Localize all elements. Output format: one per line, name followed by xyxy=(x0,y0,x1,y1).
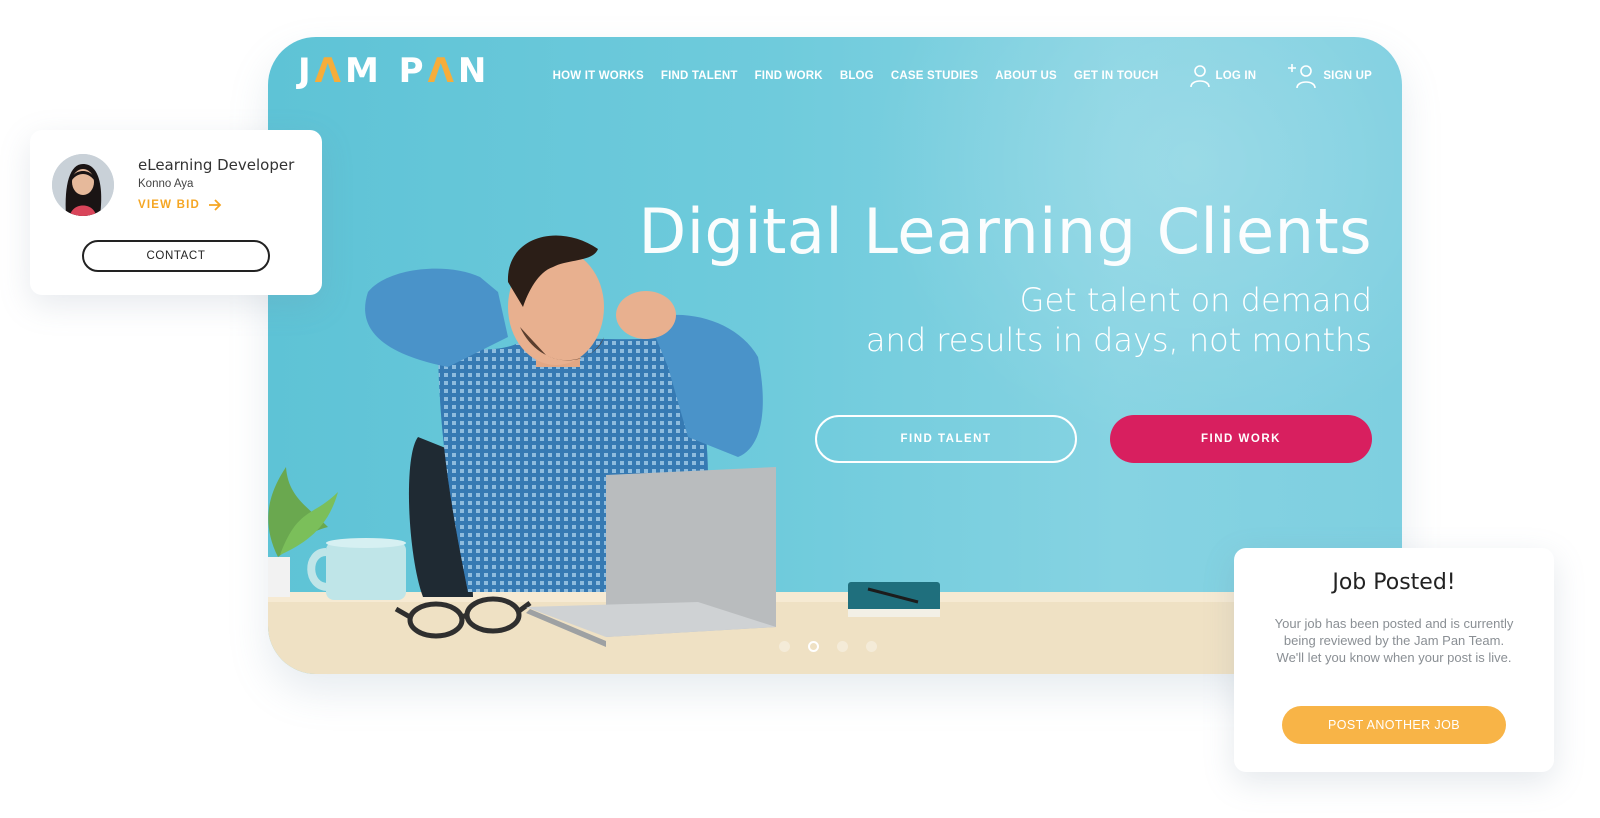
jampan-logo[interactable]: JΛM PΛN xyxy=(298,51,490,91)
main-nav: HOW IT WORKS FIND TALENT FIND WORK BLOG … xyxy=(553,63,1372,89)
hero-title: Digital Learning Clients xyxy=(638,195,1372,268)
carousel-dot[interactable] xyxy=(866,641,877,652)
login-label: LOG IN xyxy=(1215,70,1257,82)
nav-item-find-work[interactable]: FIND WORK xyxy=(755,70,823,82)
logo-accent: Λ xyxy=(427,51,458,91)
carousel-dot[interactable] xyxy=(837,641,848,652)
job-posted-message: Your job has been posted and is currentl… xyxy=(1254,615,1534,666)
nav-item-get-in-touch[interactable]: GET IN TOUCH xyxy=(1074,70,1159,82)
carousel-dot[interactable] xyxy=(779,641,790,652)
nav-item-blog[interactable]: BLOG xyxy=(840,70,874,82)
developer-bid-card: eLearning Developer Konno Aya VIEW BID C… xyxy=(30,130,322,295)
job-posted-message-line: We'll let you know when your post is liv… xyxy=(1276,650,1512,665)
nav-item-about-us[interactable]: ABOUT US xyxy=(995,70,1057,82)
view-bid-label: VIEW BID xyxy=(138,199,200,211)
signup-label: SIGN UP xyxy=(1323,70,1372,82)
job-role-title: eLearning Developer xyxy=(138,156,295,174)
hero-subtitle-line: and results in days, not months xyxy=(865,321,1372,359)
logo-text: M P xyxy=(344,51,428,91)
avatar xyxy=(52,154,114,216)
mug xyxy=(307,538,406,600)
hero-section: JΛM PΛN HOW IT WORKS FIND TALENT FIND WO… xyxy=(268,37,1402,674)
nav-item-find-talent[interactable]: FIND TALENT xyxy=(661,70,738,82)
logo-text: J xyxy=(298,51,315,91)
post-another-job-button[interactable]: POST ANOTHER JOB xyxy=(1282,706,1506,744)
job-posted-card: Job Posted! Your job has been posted and… xyxy=(1234,548,1554,772)
notebook xyxy=(848,582,940,617)
contact-button[interactable]: CONTACT xyxy=(82,240,270,272)
logo-accent: Λ xyxy=(314,51,345,91)
developer-name: Konno Aya xyxy=(138,178,194,190)
add-user-icon xyxy=(1288,64,1317,89)
carousel-dots xyxy=(779,641,877,652)
view-bid-link[interactable]: VIEW BID xyxy=(138,199,222,211)
nav-item-how-it-works[interactable]: HOW IT WORKS xyxy=(553,70,644,82)
login-link[interactable]: LOG IN xyxy=(1189,64,1257,88)
signup-link[interactable]: SIGN UP xyxy=(1287,63,1372,89)
hero-subtitle: Get talent on demand and results in days… xyxy=(639,280,1372,360)
arrow-right-icon xyxy=(209,199,222,211)
find-work-button[interactable]: FIND WORK xyxy=(1110,415,1372,463)
find-talent-button[interactable]: FIND TALENT xyxy=(815,415,1077,463)
nav-item-case-studies[interactable]: CASE STUDIES xyxy=(891,70,978,82)
hero-headline: Digital Learning Clients Get talent on d… xyxy=(639,195,1372,360)
carousel-dot-active[interactable] xyxy=(808,641,819,652)
job-posted-title: Job Posted! xyxy=(1332,570,1456,595)
job-posted-message-line: being reviewed by the Jam Pan Team. xyxy=(1283,633,1505,648)
logo-text: N xyxy=(457,51,491,91)
job-posted-message-line: Your job has been posted and is currentl… xyxy=(1274,616,1514,631)
user-icon xyxy=(1189,65,1210,88)
hero-subtitle-line: Get talent on demand xyxy=(1019,281,1372,319)
